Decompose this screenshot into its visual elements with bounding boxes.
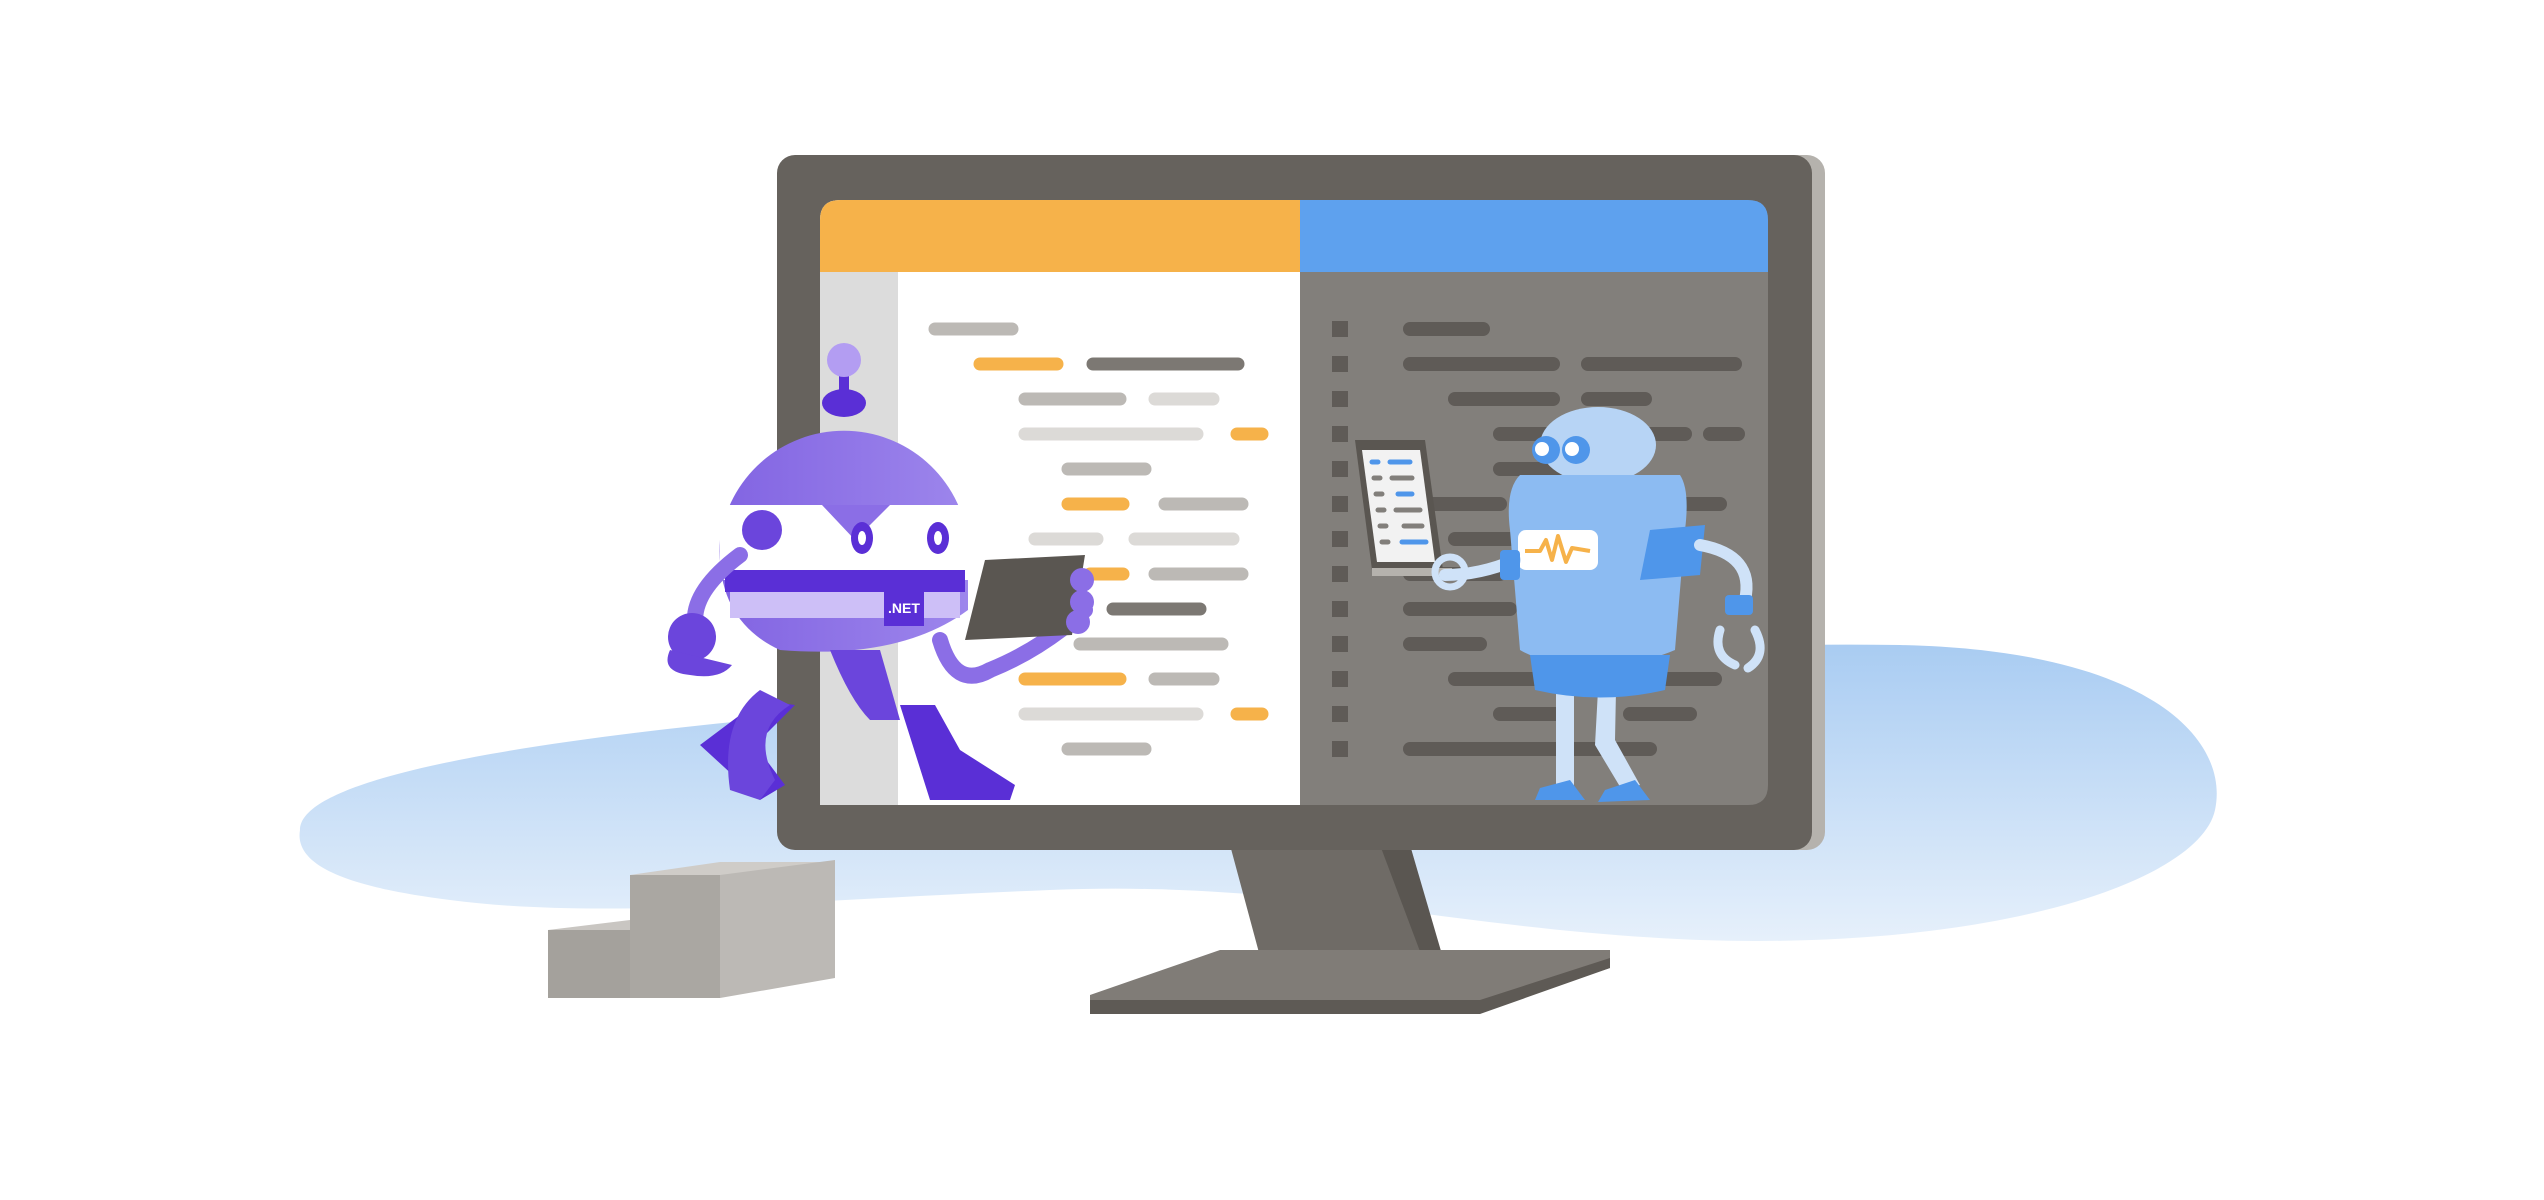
- left-pane-header: [820, 200, 1300, 272]
- dotnet-badge-label: .NET: [888, 600, 920, 616]
- right-pane-header: [1300, 200, 1768, 272]
- illustration-scene: .NET: [0, 0, 2544, 1200]
- illustration-svg: .NET: [299, 155, 2217, 1014]
- tablet-icon: [965, 555, 1094, 640]
